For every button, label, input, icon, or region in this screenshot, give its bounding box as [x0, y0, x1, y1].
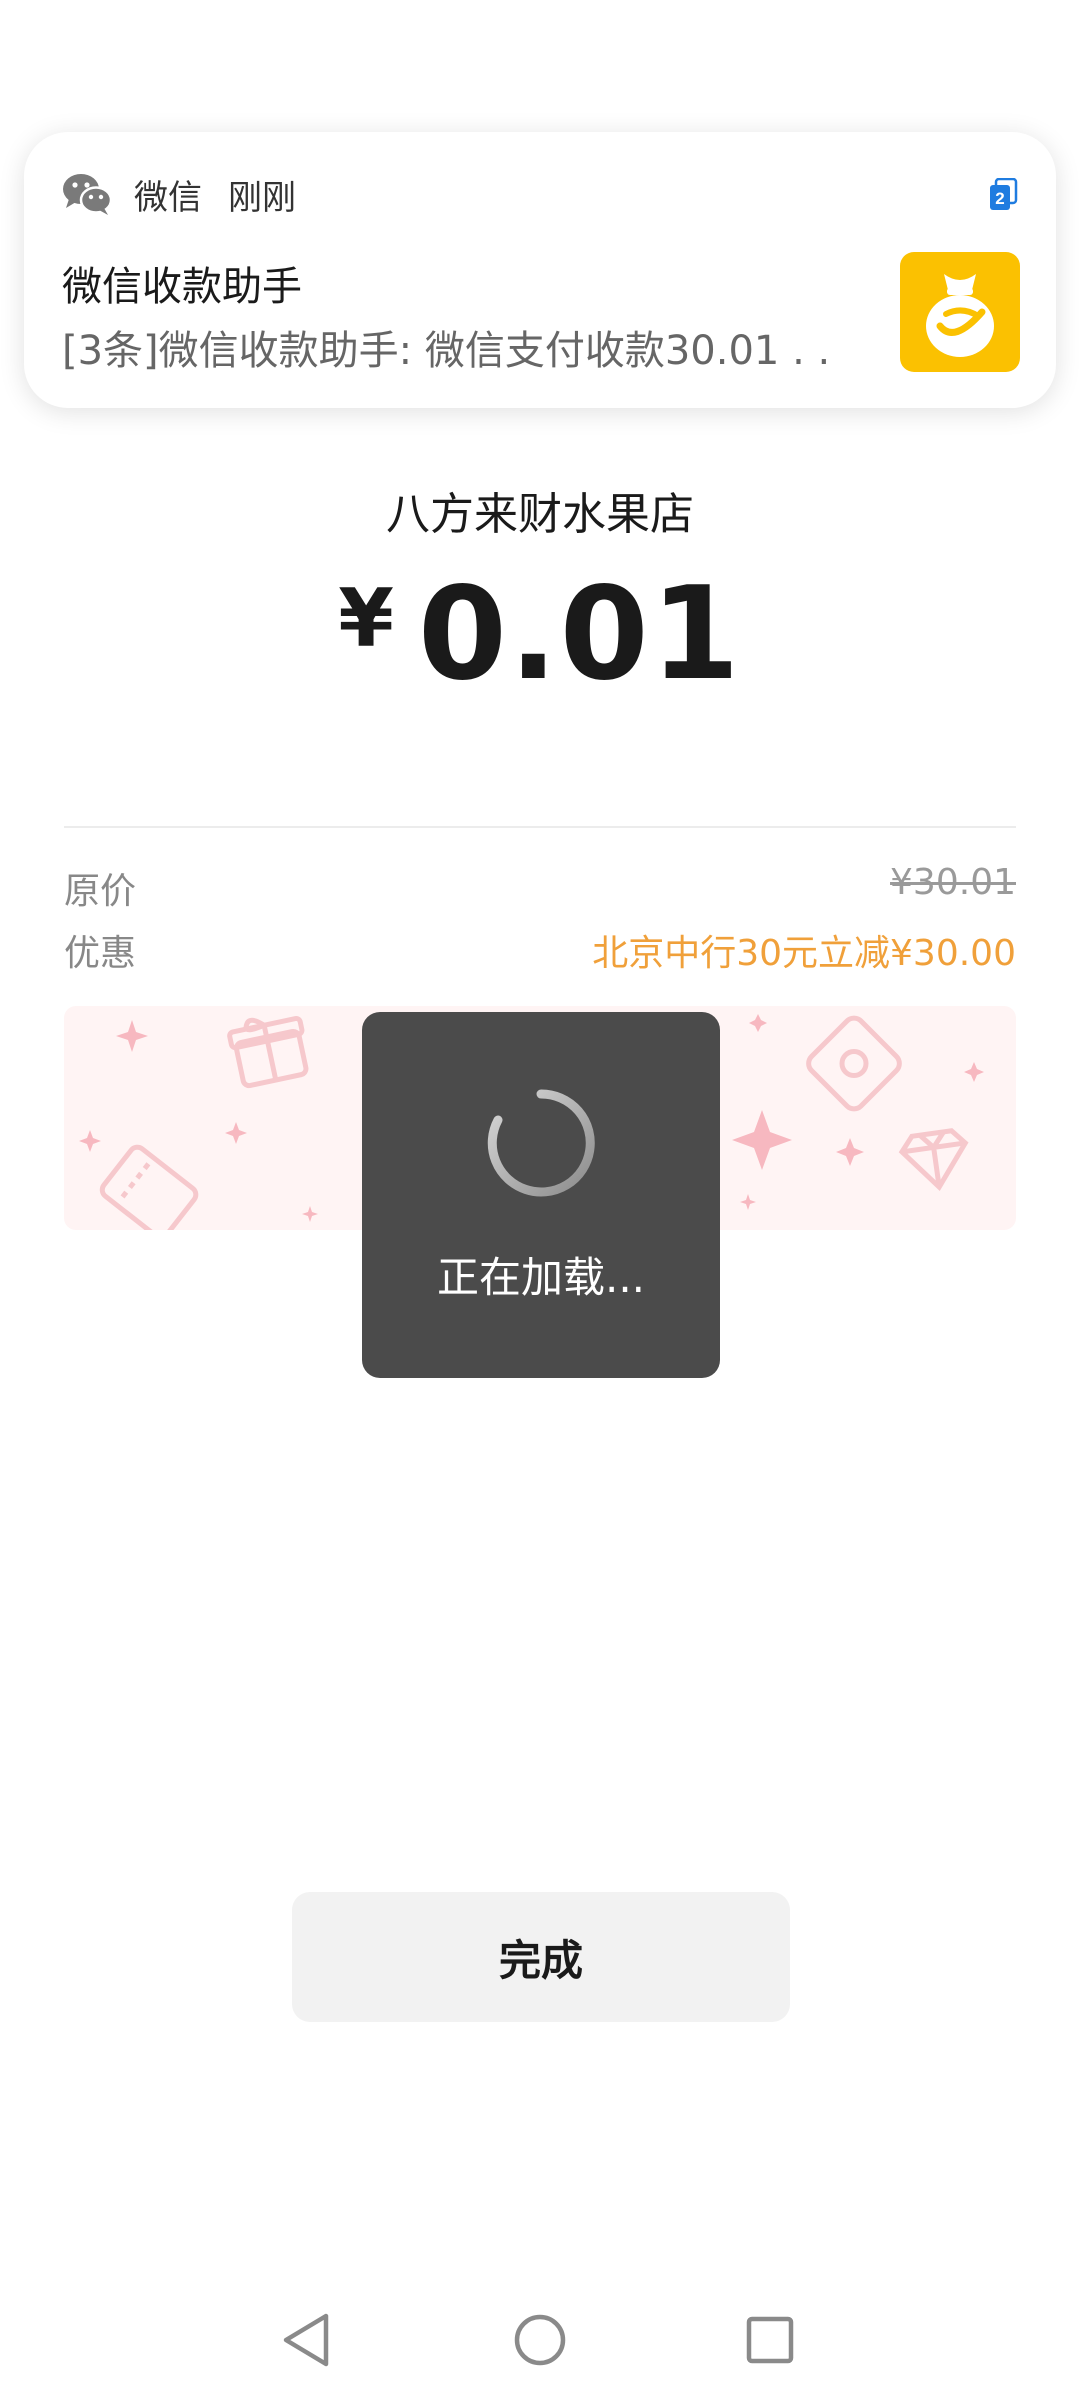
notification-title: 微信收款助手 [62, 264, 302, 310]
notification-app-name: 微信 [134, 177, 202, 218]
notification-text: [3条]微信收款助手: 微信支付收款30.01 . . [62, 328, 831, 374]
sparkle-icon [79, 1130, 101, 1152]
discount-value: 北京中行30元立减¥30.00 [592, 933, 1016, 974]
notification-header: 微信 刚刚 [62, 170, 296, 218]
loading-text: 正在加载... [436, 1253, 646, 1302]
copy-icon: 2 [988, 177, 1018, 212]
sparkle-icon [740, 1194, 756, 1210]
diamond-icon [898, 1128, 969, 1191]
sparkle-icon [225, 1122, 247, 1144]
money-bag-icon [900, 252, 1020, 372]
wechat-icon [62, 172, 113, 216]
gift-icon [227, 1016, 309, 1089]
discount-row: 优惠 北京中行30元立减¥30.00 [64, 924, 1016, 976]
sparkle-icon [116, 1020, 148, 1052]
divider [64, 826, 1016, 828]
recent-apps-icon[interactable] [740, 2310, 800, 2370]
sparkle-icon [302, 1206, 318, 1222]
notification-time: 刚刚 [228, 177, 296, 218]
payment-amount: ¥0.01 [0, 560, 1080, 709]
loading-toast: 正在加载... [362, 1012, 720, 1378]
notification-badge-count: 2 [995, 189, 1004, 208]
sparkle-icon [732, 1110, 792, 1170]
sparkle-icon [749, 1014, 767, 1032]
merchant-name: 八方来财水果店 [386, 489, 694, 540]
home-icon[interactable] [510, 2310, 570, 2370]
loading-spinner-icon [486, 1088, 596, 1198]
ticket-icon [99, 1144, 199, 1230]
original-price-row: 原价 ¥30.01 [64, 862, 1016, 914]
done-button[interactable]: 完成 [292, 1892, 790, 2022]
sparkle-icon [964, 1062, 984, 1082]
currency-symbol: ¥ [338, 572, 394, 665]
wallet-icon [806, 1015, 902, 1112]
original-price-value: ¥30.01 [890, 862, 1016, 903]
back-icon[interactable] [278, 2310, 338, 2370]
notification-card[interactable]: 微信 刚刚 2 微信收款助手 [3条]微信收款助手: 微信支付收款30.01 .… [24, 132, 1056, 408]
original-price-label: 原价 [64, 871, 137, 912]
navigation-bar [0, 2290, 1080, 2390]
discount-label: 优惠 [64, 933, 137, 974]
sparkle-icon [836, 1138, 864, 1166]
amount-value: 0.01 [417, 560, 742, 709]
